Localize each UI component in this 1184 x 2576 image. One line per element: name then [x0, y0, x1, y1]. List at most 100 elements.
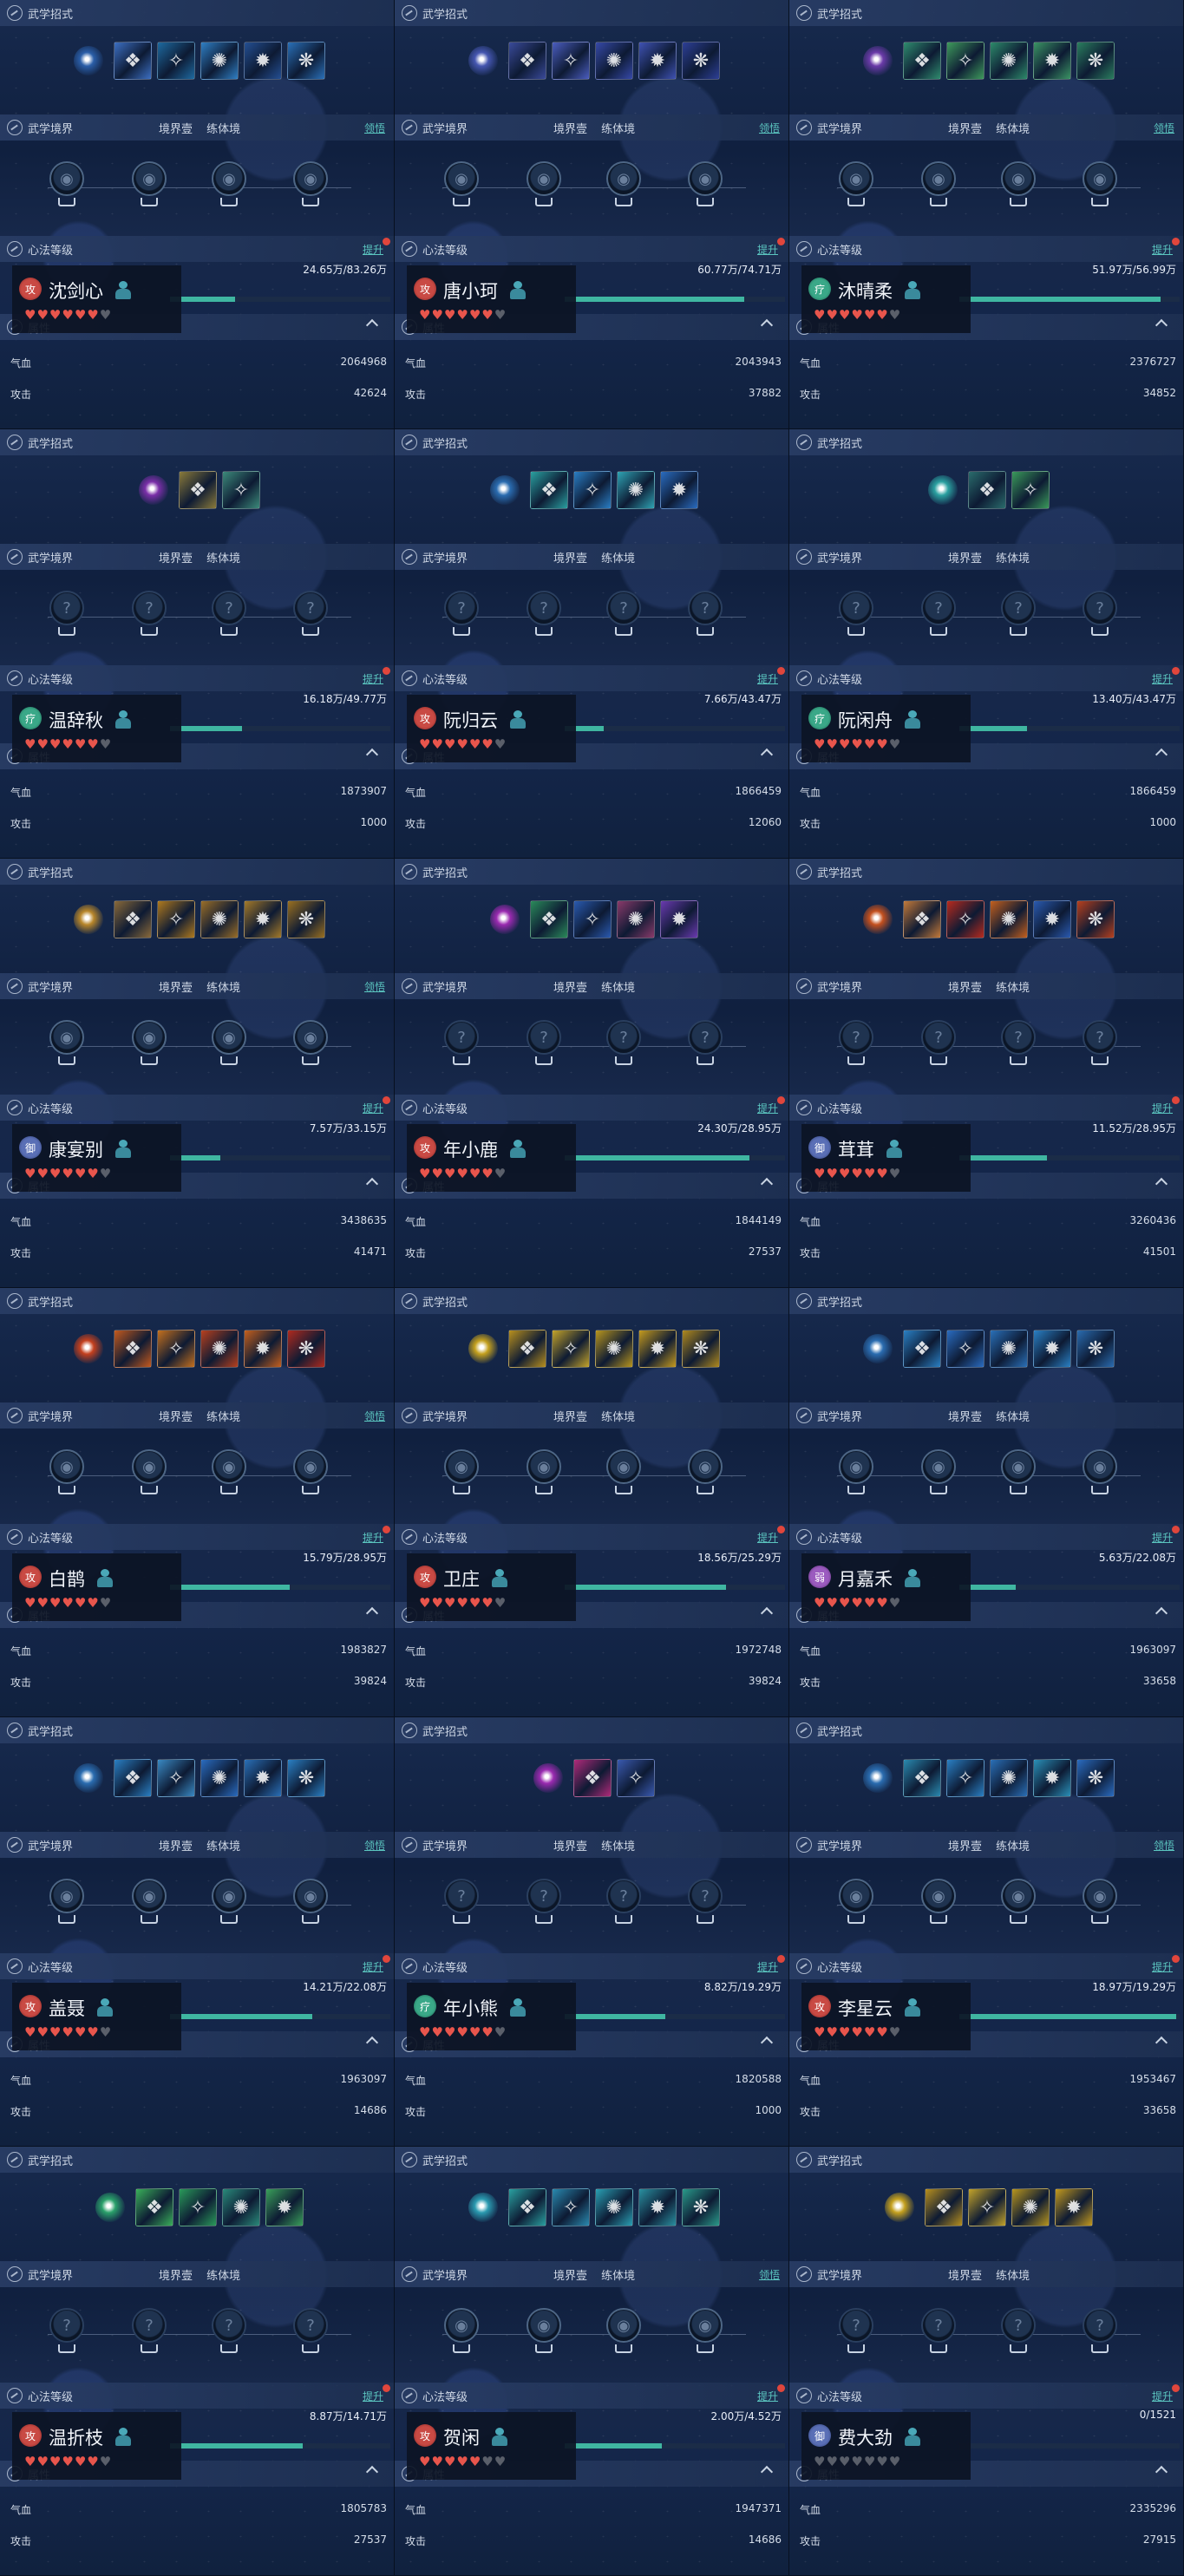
skill-icon[interactable]: ❖: [968, 471, 1006, 509]
realm-node[interactable]: ◉: [999, 1449, 1037, 1501]
realm-node[interactable]: ◉: [130, 1879, 168, 1931]
skill-icon[interactable]: ✺: [990, 1759, 1028, 1797]
signature-skill-icon[interactable]: [528, 1758, 568, 1798]
realm-node[interactable]: ?: [210, 2308, 248, 2360]
chevron-up-icon[interactable]: [760, 748, 774, 762]
realm-node[interactable]: ◉: [442, 1449, 481, 1501]
realm-tab-1[interactable]: 境界壹: [159, 123, 193, 136]
realm-tab-1[interactable]: 境界壹: [553, 2270, 587, 2283]
realm-tab-2[interactable]: 练体境: [601, 1840, 635, 1854]
realm-node[interactable]: ?: [999, 2308, 1037, 2360]
skill-icon[interactable]: ✹: [1055, 2188, 1093, 2226]
realm-node[interactable]: ?: [210, 591, 248, 643]
skill-icon[interactable]: ✹: [1033, 1759, 1071, 1797]
skill-icon[interactable]: ✺: [200, 42, 239, 80]
skill-icon[interactable]: ✧: [617, 1759, 655, 1797]
realm-node[interactable]: ◉: [130, 1449, 168, 1501]
realm-node[interactable]: ◉: [210, 1449, 248, 1501]
hero-card-17[interactable]: 武学招式 ❖✧✺✹ 武学境界 境界壹 练体境 领悟 ???? 心法等级 提升 0…: [789, 2147, 1184, 2576]
chevron-up-icon[interactable]: [365, 2465, 379, 2479]
skill-icon[interactable]: ✧: [946, 42, 984, 80]
realm-node[interactable]: ◉: [1081, 1879, 1119, 1931]
signature-skill-icon[interactable]: [463, 2187, 503, 2227]
skill-icon[interactable]: ✧: [968, 2188, 1006, 2226]
upgrade-link[interactable]: 提升: [363, 671, 383, 686]
realm-tab-1[interactable]: 境界壹: [553, 982, 587, 995]
skill-icon[interactable]: ❖: [508, 1330, 546, 1368]
realm-node[interactable]: ◉: [1081, 161, 1119, 213]
skill-icon[interactable]: ✺: [595, 1330, 633, 1368]
skill-icon[interactable]: ✧: [222, 471, 260, 509]
skill-icon[interactable]: ✹: [638, 1330, 677, 1368]
realm-tab-2[interactable]: 练体境: [996, 2270, 1030, 2283]
hero-card-5[interactable]: 武学招式 ❖✧ 武学境界 境界壹 练体境 领悟 ???? 心法等级 提升 13.…: [789, 429, 1184, 859]
skill-icon[interactable]: ✧: [946, 900, 984, 938]
hero-card-8[interactable]: 武学招式 ❖✧✺✹❋ 武学境界 境界壹 练体境 领悟 ???? 心法等级 提升 …: [789, 859, 1184, 1288]
realm-node[interactable]: ?: [442, 1020, 481, 1072]
skill-icon[interactable]: ✧: [552, 1330, 590, 1368]
realm-tab-1[interactable]: 境界壹: [948, 2270, 982, 2283]
realm-node[interactable]: ◉: [837, 1879, 875, 1931]
signature-skill-icon[interactable]: [463, 41, 503, 81]
chevron-up-icon[interactable]: [365, 1606, 379, 1620]
realm-tab-1[interactable]: 境界壹: [948, 1411, 982, 1424]
skill-icon[interactable]: ✹: [660, 900, 698, 938]
realm-node[interactable]: ?: [999, 591, 1037, 643]
realm-tab-1[interactable]: 境界壹: [553, 1411, 587, 1424]
skill-icon[interactable]: ✹: [638, 2188, 677, 2226]
realm-node[interactable]: ?: [1081, 2308, 1119, 2360]
upgrade-link[interactable]: 提升: [363, 1959, 383, 1974]
skill-icon[interactable]: ✺: [595, 42, 633, 80]
realm-node[interactable]: ◉: [605, 161, 643, 213]
realm-node[interactable]: ◉: [919, 1879, 958, 1931]
realm-tab-1[interactable]: 境界壹: [948, 552, 982, 566]
realm-node[interactable]: ?: [130, 2308, 168, 2360]
upgrade-link[interactable]: 提升: [757, 671, 778, 686]
realm-node[interactable]: ?: [919, 2308, 958, 2360]
upgrade-link[interactable]: 提升: [363, 1101, 383, 1115]
realm-node[interactable]: ◉: [525, 2308, 563, 2360]
realm-node[interactable]: ◉: [48, 1879, 86, 1931]
realm-node[interactable]: ?: [605, 1879, 643, 1931]
realm-tab-2[interactable]: 练体境: [601, 2270, 635, 2283]
chevron-up-icon[interactable]: [365, 748, 379, 762]
hero-card-4[interactable]: 武学招式 ❖✧✺✹ 武学境界 境界壹 练体境 领悟 ???? 心法等级 提升 7…: [395, 429, 789, 859]
upgrade-link[interactable]: 提升: [757, 2389, 778, 2403]
realm-node[interactable]: ◉: [48, 1020, 86, 1072]
skill-icon[interactable]: ✹: [244, 42, 282, 80]
realm-node[interactable]: ◉: [605, 2308, 643, 2360]
hero-card-6[interactable]: 武学招式 ❖ ✧ ✺ ✹ ❋ 武学境界 境界壹 练体境 领悟 ◉ ◉ ◉ ◉ 心法等级 提升 …: [0, 859, 395, 1288]
skill-icon[interactable]: ❖: [508, 42, 546, 80]
chevron-up-icon[interactable]: [365, 2036, 379, 2050]
realm-node[interactable]: ◉: [48, 161, 86, 213]
skill-icon[interactable]: ❋: [1076, 1330, 1115, 1368]
realm-comprehend-link[interactable]: 领悟: [1154, 1838, 1174, 1853]
skill-icon[interactable]: ✧: [157, 900, 195, 938]
signature-skill-icon[interactable]: [858, 899, 898, 939]
skill-icon[interactable]: ✹: [244, 1330, 282, 1368]
skill-icon[interactable]: ❋: [287, 900, 325, 938]
skill-icon[interactable]: ❋: [682, 2188, 720, 2226]
realm-tab-1[interactable]: 境界壹: [948, 1840, 982, 1854]
realm-node[interactable]: ?: [291, 2308, 330, 2360]
realm-node[interactable]: ?: [837, 591, 875, 643]
skill-icon[interactable]: ✧: [573, 471, 612, 509]
skill-icon[interactable]: ❋: [287, 1759, 325, 1797]
hero-card-11[interactable]: 武学招式 ❖✧✺✹❋ 武学境界 境界壹 练体境 领悟 ◉◉◉◉ 心法等级 提升 …: [789, 1288, 1184, 1717]
chevron-up-icon[interactable]: [760, 2465, 774, 2479]
realm-tab-2[interactable]: 练体境: [996, 123, 1030, 136]
skill-icon[interactable]: ✺: [200, 1759, 239, 1797]
upgrade-link[interactable]: 提升: [1152, 242, 1173, 257]
skill-icon[interactable]: ❖: [114, 1759, 152, 1797]
skill-icon[interactable]: ❖: [114, 1330, 152, 1368]
realm-node[interactable]: ◉: [919, 161, 958, 213]
realm-node[interactable]: ◉: [999, 1879, 1037, 1931]
upgrade-link[interactable]: 提升: [1152, 1530, 1173, 1545]
hero-card-12[interactable]: 武学招式 ❖ ✧ ✺ ✹ ❋ 武学境界 境界壹 练体境 领悟 ◉ ◉ ◉ ◉ 心法等级 提升 …: [0, 1717, 395, 2147]
realm-node[interactable]: ◉: [837, 1449, 875, 1501]
realm-node[interactable]: ?: [686, 1879, 724, 1931]
realm-node[interactable]: ◉: [210, 1020, 248, 1072]
realm-tab-2[interactable]: 练体境: [601, 123, 635, 136]
chevron-up-icon[interactable]: [365, 318, 379, 332]
skill-icon[interactable]: ✹: [1033, 42, 1071, 80]
